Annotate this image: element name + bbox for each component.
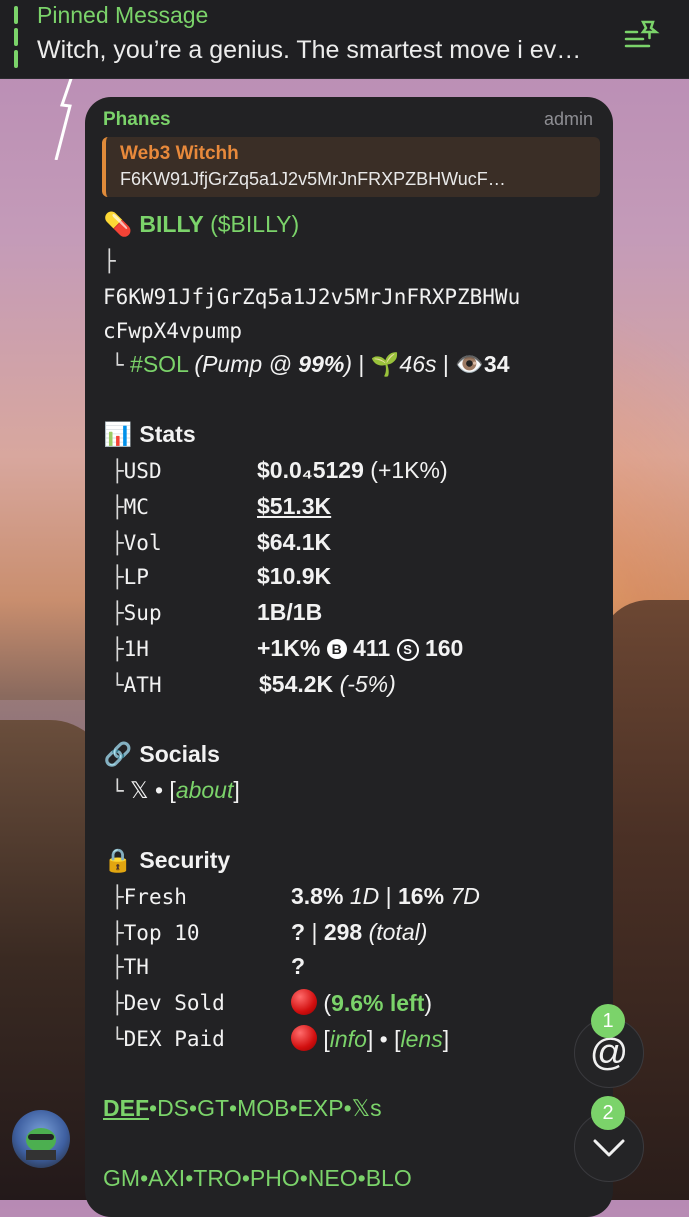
security-row-dex-paid: └DEX Paid [info] • [lens]: [111, 1025, 450, 1052]
mention-badge: 1: [591, 1004, 625, 1038]
sender-role: admin: [543, 109, 593, 129]
volume-value: $64.1K: [257, 529, 332, 555]
market-cap-link[interactable]: $51.3K: [257, 493, 331, 520]
pill-icon: 💊: [103, 211, 133, 237]
links-row-2: GM•AXI•TRO•PHO•NEO•BLO: [103, 1165, 412, 1191]
link-def[interactable]: DEF: [103, 1095, 149, 1121]
token-ticker[interactable]: ($BILLY): [210, 211, 299, 237]
bar-chart-icon: 📊: [103, 421, 133, 447]
red-circle-icon: [291, 989, 317, 1015]
sender-name[interactable]: Phanes: [103, 109, 171, 131]
eye-icon: 👁️: [455, 351, 484, 377]
sells-icon: S: [396, 639, 419, 661]
stats-heading-row: 📊 Stats: [103, 421, 196, 448]
stats-row-usd: ├USD $0.0₄5129 (+1K%): [111, 457, 448, 483]
usd-value: $0.0₄5129: [257, 457, 364, 483]
stats-row-lp: ├LP $10.9K: [111, 563, 332, 589]
security-row-dev-sold: ├Dev Sold (9.6% left): [111, 989, 433, 1016]
pump-percent: 99%: [298, 351, 345, 377]
lightning-decoration: [54, 70, 76, 160]
token-age: 46s: [399, 351, 437, 377]
token-address-line2[interactable]: cFwpX4vpump: [103, 319, 242, 343]
scroll-down-badge: 2: [591, 1096, 625, 1130]
token-address-line1[interactable]: F6KW91JfjGrZq5a1J2v5MrJnFRXPZBHWu: [103, 285, 520, 309]
stats-row-sup: ├Sup 1B/1B: [111, 599, 323, 625]
ath-value: $54.2K: [259, 671, 334, 697]
at-icon: @: [589, 1032, 629, 1074]
tree-branch: ├: [103, 249, 116, 273]
lens-link[interactable]: lens: [401, 1026, 443, 1052]
socials-heading-row: 🔗 Socials: [103, 741, 220, 768]
1h-change: +1K%: [257, 635, 321, 661]
message-bubble[interactable]: Phanes admin Web3 Witchh F6KW91JfjGrZq5a…: [85, 97, 613, 1217]
socials-row: └ 𝕏 • [about]: [111, 777, 240, 803]
stats-heading: Stats: [139, 421, 196, 447]
pinned-title: Pinned Message: [37, 2, 209, 28]
pinned-list-icon[interactable]: [623, 18, 661, 52]
reply-quote[interactable]: Web3 Witchh F6KW91JfjGrZq5a1J2v5MrJnFRXP…: [102, 137, 600, 197]
lp-value: $10.9K: [257, 563, 332, 589]
sender-avatar[interactable]: [12, 1110, 70, 1168]
token-name[interactable]: BILLY: [139, 211, 203, 237]
lock-icon: 🔒: [103, 847, 133, 873]
pump-close: ): [344, 351, 352, 377]
security-row-top10: ├Top 10 ? | 298 (total): [111, 919, 428, 945]
link-tro[interactable]: TRO: [193, 1165, 242, 1191]
seedling-icon: 🌱: [370, 351, 400, 377]
stats-row-1h: ├1H +1K% B 411 S 160: [111, 635, 464, 661]
stats-row-mc: ├MC $51.3K: [111, 493, 332, 519]
pinned-message-bar[interactable]: Pinned Message Witch, you’re a genius. T…: [0, 0, 689, 79]
pump-label: (Pump @: [194, 351, 299, 377]
link-pho[interactable]: PHO: [250, 1165, 300, 1191]
link-neo[interactable]: NEO: [308, 1165, 358, 1191]
stats-row-ath: └ATH $54.2K (-5%): [111, 671, 396, 697]
reply-text: F6KW91JfjGrZq5a1J2v5MrJnFRXPZBHWucF…: [120, 169, 506, 189]
frog-avatar-icon: [26, 1128, 56, 1160]
security-row-th: ├TH ?: [111, 953, 306, 979]
security-row-fresh: ├Fresh 3.8% 1D | 16% 7D: [111, 883, 480, 909]
link-exp[interactable]: EXP: [298, 1095, 344, 1121]
link-blo[interactable]: BLO: [366, 1165, 412, 1191]
1h-sells: 160: [424, 635, 464, 661]
security-heading: Security: [139, 847, 231, 873]
supply-value: 1B/1B: [257, 599, 323, 625]
link-gm[interactable]: GM: [103, 1165, 140, 1191]
socials-heading: Socials: [139, 741, 220, 767]
x-link[interactable]: 𝕏: [130, 777, 149, 803]
1h-buys: 411: [353, 635, 391, 661]
link-mob[interactable]: MOB: [237, 1095, 289, 1121]
buys-icon: B: [326, 639, 347, 659]
links-row-1: DEF•DS•GT•MOB•EXP•𝕏s: [103, 1095, 382, 1121]
link-ds[interactable]: DS: [157, 1095, 189, 1121]
reply-author: Web3 Witchh: [120, 143, 239, 164]
pinned-indicator: [14, 6, 18, 72]
link-icon: 🔗: [103, 741, 133, 767]
about-link[interactable]: about: [176, 777, 234, 803]
info-link[interactable]: info: [330, 1026, 367, 1052]
link-xs[interactable]: 𝕏s: [352, 1095, 382, 1121]
link-gt[interactable]: GT: [197, 1095, 229, 1121]
security-heading-row: 🔒 Security: [103, 847, 230, 874]
red-circle-icon: [291, 1025, 317, 1051]
view-count: 34: [483, 351, 510, 377]
pinned-text: Witch, you’re a genius. The smartest mov…: [37, 36, 582, 64]
token-meta-row: └ #SOL (Pump @ 99%) | 🌱46s | 👁️34: [111, 351, 510, 377]
link-axi[interactable]: AXI: [148, 1165, 185, 1191]
token-header: 💊 BILLY ($BILLY): [103, 211, 300, 238]
dev-sold-value: 9.6% left: [331, 990, 425, 1016]
stats-row-vol: ├Vol $64.1K: [111, 529, 332, 555]
chain-tag[interactable]: #SOL: [130, 351, 188, 377]
